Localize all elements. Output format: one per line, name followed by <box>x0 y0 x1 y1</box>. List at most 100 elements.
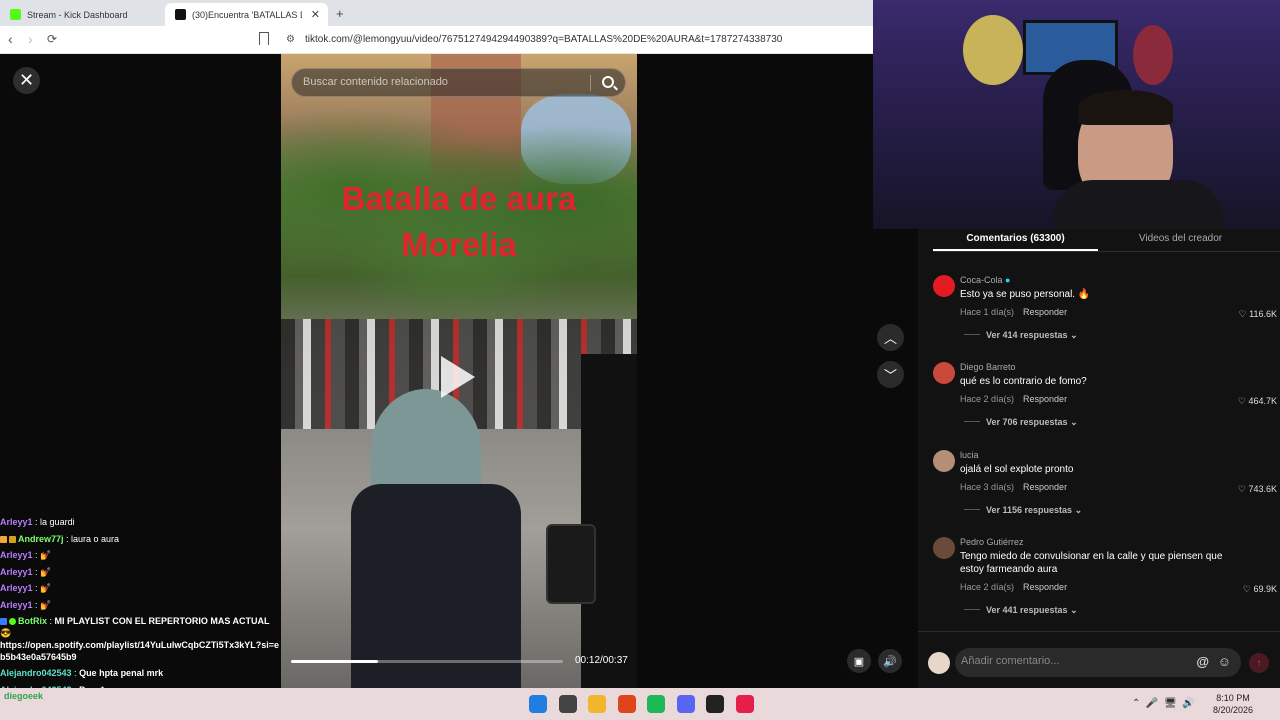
send-button[interactable]: ↑ <box>1249 653 1269 673</box>
comment-author[interactable]: Pedro Gutiérrez <box>960 537 1024 547</box>
comment-time: Hace 2 día(s) <box>960 582 1015 592</box>
view-replies-button[interactable]: Ver 706 respuestas ⌄ <box>964 417 1078 428</box>
new-tab-button[interactable]: + <box>336 6 344 21</box>
avatar[interactable] <box>933 450 955 472</box>
comment-likes[interactable]: ♡ 116.6K <box>1239 309 1277 320</box>
tab-creator-videos[interactable]: Videos del creador <box>1098 229 1263 251</box>
spotify-app-icon[interactable] <box>647 695 665 713</box>
view-replies-button[interactable]: Ver 441 respuestas ⌄ <box>964 605 1078 616</box>
mention-icon[interactable]: @ <box>1196 654 1209 669</box>
chevron-up-icon: ︿ <box>883 331 897 346</box>
stream-username: diegoeek <box>4 691 44 701</box>
chat-text: 💅 <box>40 583 52 593</box>
person-foreground <box>581 354 637 688</box>
badge-icon <box>0 535 7 543</box>
chat-user: Arleyy1 <box>0 583 33 593</box>
play-icon[interactable] <box>441 356 475 398</box>
previous-video-button[interactable]: ︿ <box>877 324 904 351</box>
comment-likes[interactable]: ♡ 743.6K <box>1238 484 1277 495</box>
windows-app-icon[interactable] <box>529 695 547 713</box>
search-app-icon[interactable] <box>558 695 577 713</box>
chevron-down-icon: ⌄ <box>1070 605 1078 615</box>
search-divider <box>590 75 591 91</box>
chat-message: Arleyy1 : 💅 <box>0 550 52 560</box>
heart-icon: ♡ <box>1242 584 1251 594</box>
view-replies-button[interactable]: Ver 1156 respuestas ⌄ <box>964 505 1082 516</box>
volume-button[interactable]: 🔊 <box>878 649 902 673</box>
comment-likes[interactable]: ♡ 464.7K <box>1238 396 1277 407</box>
bookmark-icon[interactable] <box>259 32 269 45</box>
files-app-icon[interactable] <box>588 695 606 713</box>
reply-button[interactable]: Responder <box>1023 394 1067 404</box>
comment-author[interactable]: Coca-Cola ● <box>960 275 1010 285</box>
reload-icon[interactable]: ⟳ <box>47 32 57 46</box>
avatar[interactable] <box>933 362 955 384</box>
emoji-icon[interactable]: ☺ <box>1218 654 1231 669</box>
arrow-up-icon: ↑ <box>1256 657 1262 669</box>
volume-icon: 🔊 <box>883 655 897 668</box>
comment-text: qué es lo contrario de fomo? <box>960 376 1087 387</box>
heart-icon: ♡ <box>1238 309 1247 319</box>
related-search-bar[interactable]: Buscar contenido relacionado <box>291 68 626 97</box>
brave-app-icon[interactable] <box>617 695 636 713</box>
next-video-button[interactable]: ﹀ <box>877 361 904 388</box>
video-player[interactable]: Batalla de aura Morelia Buscar contenido… <box>281 54 637 688</box>
comment-time: Hace 2 día(s) <box>960 394 1015 404</box>
tiktok-app-icon[interactable] <box>735 695 754 713</box>
comment-author[interactable]: Diego Barreto <box>960 362 1016 372</box>
avatar[interactable] <box>933 537 955 559</box>
chevron-down-icon: ⌄ <box>1074 505 1083 515</box>
video-progress-bar[interactable] <box>291 660 563 663</box>
chat-user: BotRix <box>18 616 47 626</box>
tab-bar: Stream - Kick Dashboard (30)Encuentra 'B… <box>0 0 873 26</box>
chat-user: Arleyy1 <box>0 566 33 577</box>
clock[interactable]: 8:10 PM 8/20/2026 <box>1212 692 1254 716</box>
site-info-icon[interactable]: ⚙ <box>286 34 295 45</box>
reply-button[interactable]: Responder <box>1023 482 1067 492</box>
miniplayer-button[interactable]: ▣ <box>847 649 871 673</box>
obs-app-icon[interactable] <box>706 695 724 713</box>
related-search-placeholder: Buscar contenido relacionado <box>303 76 448 88</box>
chat-text: 💅 <box>40 599 52 610</box>
add-comment-input[interactable]: Añadir comentario... @ ☺ <box>955 648 1241 677</box>
reply-button[interactable]: Responder <box>1023 307 1067 317</box>
chat-user: Arleyy1 <box>0 599 33 610</box>
view-replies-button[interactable]: Ver 414 respuestas ⌄ <box>964 330 1078 341</box>
chat-message: Arleyy1 : 💅 <box>0 583 52 593</box>
add-comment-placeholder: Añadir comentario... <box>961 655 1060 667</box>
chat-message-bot: BotRix : MI PLAYLIST CON EL REPERTORIO M… <box>0 616 279 662</box>
tiktok-favicon-icon <box>175 9 186 20</box>
taskbar: diegoeek ⌃ 🎤 🖥 🔊 8:10 PM 8/20/2026 <box>0 688 1280 720</box>
comments-panel: Comentarios (63300) Videos del creador C… <box>918 229 1280 688</box>
verified-badge-icon <box>9 618 16 625</box>
tab-kick-dashboard[interactable]: Stream - Kick Dashboard <box>0 3 165 26</box>
comment-author[interactable]: lucia <box>960 450 979 460</box>
chevron-down-icon: ⌄ <box>1070 417 1078 427</box>
close-video-button[interactable]: ✕ <box>13 67 40 94</box>
wall-decoration <box>1133 25 1173 85</box>
wall-decoration <box>963 15 1023 85</box>
chat-text: la guardi <box>40 517 75 527</box>
search-icon[interactable] <box>602 76 614 88</box>
comment-time: Hace 3 día(s) <box>960 482 1015 492</box>
reply-button[interactable]: Responder <box>1023 582 1067 592</box>
close-icon: ✕ <box>18 70 35 90</box>
tab-title: (30)Encuentra 'BATALLAS DE AURA' <box>192 9 302 20</box>
overlay-line-1: Batalla de aura <box>341 180 577 217</box>
tab-tiktok[interactable]: (30)Encuentra 'BATALLAS DE AURA' ✕ <box>165 3 328 26</box>
back-icon[interactable]: ‹ <box>8 31 13 47</box>
comment-text: Esto ya se puso personal. 🔥 <box>960 289 1091 300</box>
comment-likes[interactable]: ♡ 69.9K <box>1243 584 1277 595</box>
chat-text: Que hpta penal mrk <box>79 668 164 678</box>
tab-close-icon[interactable]: ✕ <box>311 8 320 21</box>
system-tray[interactable]: ⌃ 🎤 🖥 🔊 <box>1132 698 1195 709</box>
heart-icon: ♡ <box>1237 396 1246 406</box>
avatar[interactable] <box>933 275 955 297</box>
forward-icon[interactable]: › <box>28 31 33 47</box>
address-bar[interactable]: tiktok.com/@lemongyuu/video/767512749429… <box>305 34 782 45</box>
discord-app-icon[interactable] <box>676 695 695 713</box>
chat-user: Andrew77j <box>18 533 64 544</box>
phone <box>546 524 596 604</box>
tab-comments[interactable]: Comentarios (63300) <box>933 229 1098 251</box>
chat-link[interactable]: https://open.spotify.com/playlist/14YuLu… <box>0 640 279 662</box>
